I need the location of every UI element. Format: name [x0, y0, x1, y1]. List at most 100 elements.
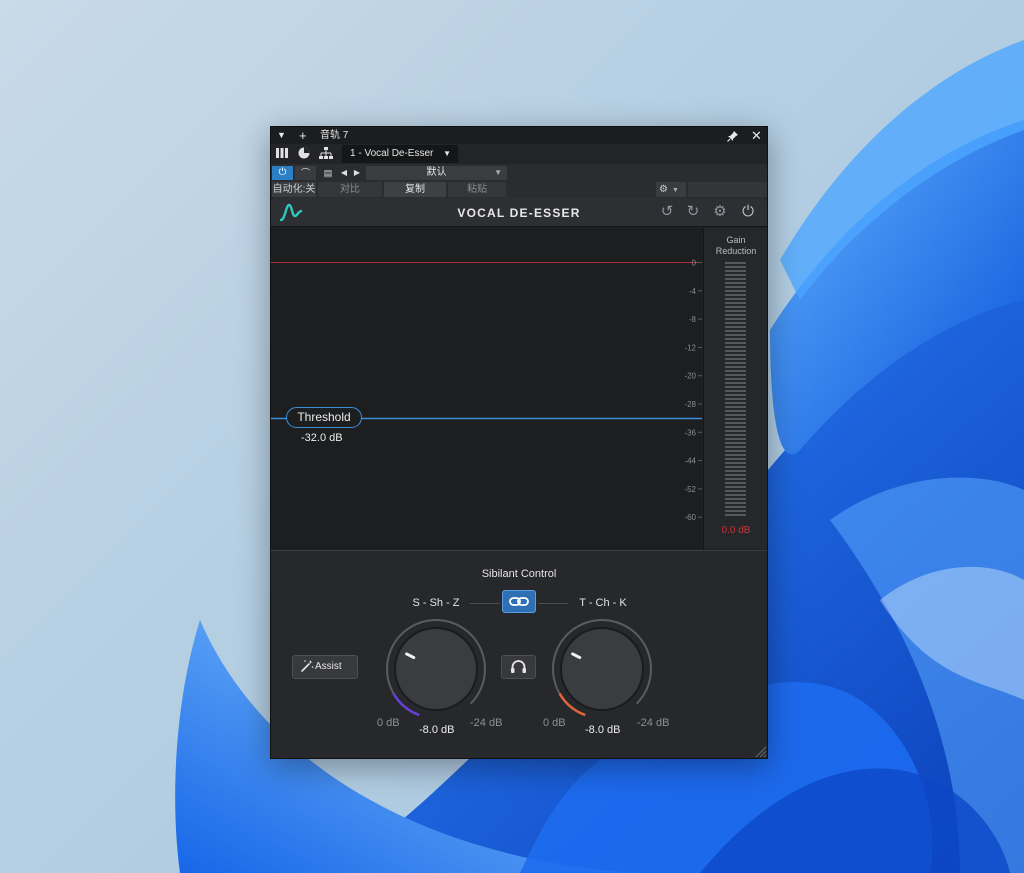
scale-label: -60: [684, 513, 696, 522]
meter-segment: [725, 278, 746, 280]
meter-segment: [725, 398, 746, 400]
meter-segment: [725, 482, 746, 484]
meter-segment: [725, 318, 746, 320]
meter-segment: [725, 366, 746, 368]
meter-segment: [725, 474, 746, 476]
ssh-z-min-label: 0 dB: [377, 717, 400, 729]
meter-segment: [725, 382, 746, 384]
tch-k-label: T - Ch - K: [579, 597, 627, 609]
window-menu-icon[interactable]: ▼: [277, 128, 286, 143]
gain-reduction-value: 0.0 dB: [721, 525, 751, 536]
assist-button[interactable]: Assist: [292, 655, 358, 679]
meter-segment: [725, 458, 746, 460]
compare-button[interactable]: 对比: [318, 182, 382, 197]
previous-preset-button[interactable]: ◀: [339, 166, 349, 180]
scale-label: -8: [689, 315, 697, 324]
meter-segment: [725, 314, 746, 316]
meter-segment: [725, 358, 746, 360]
tch-k-value[interactable]: -8.0 dB: [585, 724, 620, 736]
plugin-select-dropdown[interactable]: 1 - Vocal De-Esser ▼: [342, 145, 458, 163]
scale-label: -52: [684, 485, 696, 494]
db-scale: 0 -4 -8 -12 -20 -28 -36 -44 -52 -60: [684, 259, 702, 522]
meter-segment: [725, 346, 746, 348]
meter-segment: [725, 394, 746, 396]
next-preset-button[interactable]: ▶: [352, 166, 362, 180]
plugin-power-button[interactable]: ⏻: [272, 166, 293, 180]
power-icon[interactable]: ⏻: [738, 202, 758, 222]
meter-segment: [725, 334, 746, 336]
preset-label: 默认: [426, 167, 447, 178]
meter-segment: [725, 442, 746, 444]
scale-label: -12: [684, 343, 696, 352]
close-icon[interactable]: ✕: [751, 128, 762, 143]
meter-segment: [725, 422, 746, 424]
meter-segment: [725, 438, 746, 440]
scale-label: -44: [684, 457, 696, 466]
ssh-z-knob[interactable]: [381, 617, 491, 727]
paste-button[interactable]: 粘贴: [448, 182, 506, 197]
meter-segment: [725, 290, 746, 292]
add-icon[interactable]: +: [299, 128, 307, 143]
link-knobs-button[interactable]: [502, 590, 536, 613]
ssh-z-value[interactable]: -8.0 dB: [419, 724, 454, 736]
routing-icon[interactable]: [297, 147, 311, 161]
meter-segment: [725, 326, 746, 328]
mixer-icon[interactable]: [275, 147, 289, 161]
tch-k-max-label: -24 dB: [637, 717, 670, 729]
meter-segment: [725, 286, 746, 288]
meter-segment: [725, 322, 746, 324]
undo-icon[interactable]: ↺: [657, 202, 677, 222]
meter-segment: [725, 506, 746, 508]
meter-segment: [725, 402, 746, 404]
threshold-graph[interactable]: 0 -4 -8 -12 -20 -28 -36 -44 -52 -60 Threshold -32…: [271, 228, 702, 549]
preset-file-icon[interactable]: ▤: [321, 166, 335, 180]
meter-segment: [725, 410, 746, 412]
options-menu-button[interactable]: ⚙ ▼: [656, 182, 686, 197]
gear-icon: ⚙: [659, 184, 668, 195]
settings-gear-icon[interactable]: ⚙: [710, 202, 730, 222]
meter-segment: [725, 418, 746, 420]
listen-sibilants-button[interactable]: [501, 655, 536, 679]
automation-button[interactable]: 自动化:关: [272, 182, 316, 197]
preset-dropdown[interactable]: 默认 ▼: [366, 166, 507, 180]
tch-k-knob[interactable]: [547, 617, 657, 727]
hierarchy-icon[interactable]: [319, 147, 333, 161]
meter-segment: [725, 302, 746, 304]
section-title: Sibilant Control: [481, 568, 557, 580]
meter-segment: [725, 434, 746, 436]
chevron-down-icon: ▼: [494, 168, 502, 177]
meter-segment: [725, 450, 746, 452]
meter-segment: [725, 294, 746, 296]
gain-reduction-meter: Gain Reduction 0.0 dB: [703, 228, 767, 549]
meter-segment: [725, 454, 746, 456]
sibilant-controls: Sibilant Control S - Sh - Z T - Ch - K A…: [271, 550, 767, 758]
track-title: 音轨 7: [320, 130, 349, 141]
sidechain-icon[interactable]: ⌒: [295, 166, 316, 180]
de-esser-plugin: VOCAL DE-ESSER ↺ ↻ ⚙ ⏻ 0 -4 -8 -12 -20 -28 -36…: [271, 198, 767, 758]
meter-segment: [725, 426, 746, 428]
window-titlebar: ▼ + 音轨 7 ✕: [271, 127, 767, 144]
link-line-right: [538, 603, 568, 604]
meter-segment: [725, 462, 746, 464]
meter-segment: [725, 354, 746, 356]
threshold-handle[interactable]: Threshold: [286, 407, 362, 428]
scale-label: 0: [692, 259, 697, 268]
meter-segment: [725, 262, 746, 264]
meter-segment: [725, 298, 746, 300]
redo-icon[interactable]: ↻: [683, 202, 703, 222]
meter-segment: [725, 378, 746, 380]
meter-segment: [725, 510, 746, 512]
resize-grip-icon[interactable]: [753, 744, 767, 758]
meter-segment: [725, 338, 746, 340]
meter-segment: [725, 406, 746, 408]
meter-segment: [725, 362, 746, 364]
meter-segment: [725, 494, 746, 496]
tch-k-min-label: 0 dB: [543, 717, 566, 729]
plugin-window: ▼ + 音轨 7 ✕ 1 - Vocal De-Esser ▼ ⏻ ⌒ ▤ ◀ …: [270, 126, 768, 759]
meter-segment: [725, 498, 746, 500]
ssh-z-label: S - Sh - Z: [412, 597, 460, 609]
copy-button[interactable]: 复制: [384, 182, 446, 197]
plugin-select-label: 1 - Vocal De-Esser: [350, 148, 434, 159]
meter-segment: [725, 330, 746, 332]
meter-segment: [725, 350, 746, 352]
